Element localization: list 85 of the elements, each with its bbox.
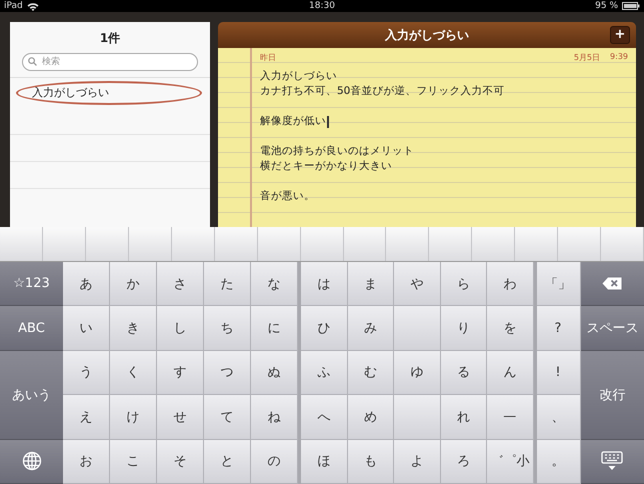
kana-key[interactable]: ね [251,395,298,440]
kana-key[interactable]: と [204,440,251,484]
kana-key[interactable]: て [204,395,251,440]
kana-key[interactable]: る [440,350,487,396]
kana-key[interactable]: れ [440,395,487,440]
backspace-icon [602,277,622,290]
backspace-key[interactable] [580,262,644,306]
battery-percent: 95 % [595,1,618,11]
note-text-line: 音が悪い。 [260,189,315,204]
kana-key[interactable]: く [110,350,157,396]
note-text-line: 横だとキーがかなり大きい [260,159,392,174]
note-day: 昨日 [260,52,276,63]
kana-key[interactable]: す [157,350,204,396]
note-list-item[interactable]: 入力がしづらい [16,81,202,105]
kana-key[interactable]: あ [63,262,110,306]
globe-key[interactable] [0,440,63,484]
kana-key[interactable]: さ [157,262,204,306]
kana-key[interactable]: む [348,350,394,396]
note-date: 5月5日 [574,52,600,63]
kana-key[interactable]: を [487,306,534,351]
kana-key[interactable]: う [63,350,110,396]
kana-key[interactable]: ひ [301,306,348,351]
kana-key[interactable]: ふ [301,350,348,396]
kana-key[interactable]: ? [536,306,580,351]
kana-key[interactable]: や [394,262,440,306]
kana-key[interactable]: り [440,306,487,351]
kana-key[interactable]: き [110,306,157,351]
note-time: 9:39 [610,52,628,63]
kana-key[interactable]: ま [348,262,394,306]
kana-key[interactable]: み [348,306,394,351]
kana-key[interactable]: お [63,440,110,484]
note-text-line: 解像度が低い [260,114,326,129]
kana-key[interactable]: つ [204,350,251,396]
battery-icon [622,2,640,10]
kana-key[interactable]: へ [301,395,348,440]
kana-key[interactable]: ! [536,350,580,396]
add-button[interactable]: + [610,26,630,44]
note-text-line: 電池の持ちが良いのはメリット [260,144,414,159]
kana-key[interactable]: せ [157,395,204,440]
kana-key[interactable]: い [63,306,110,351]
kana-key[interactable]: な [251,262,298,306]
kana-key[interactable]: 。 [536,440,580,484]
kana-key[interactable]: よ [394,440,440,484]
kana-key[interactable]: 「」 [536,262,580,306]
kana-key[interactable]: け [110,395,157,440]
note-text-line: 入力がしづらい [260,69,337,84]
blank-key [394,395,440,440]
function-key[interactable]: ABC [0,306,63,351]
kana-key[interactable]: め [348,395,394,440]
wifi-icon [26,2,39,10]
kana-key[interactable]: ゛゜小 [487,440,534,484]
kana-key[interactable]: ち [204,306,251,351]
kana-key[interactable]: ん [487,350,534,396]
kana-key[interactable]: た [204,262,251,306]
function-key[interactable]: あいう [0,350,63,440]
kana-key[interactable]: は [301,262,348,306]
kana-key[interactable]: 、 [536,395,580,440]
kana-key[interactable]: ほ [301,440,348,484]
note-text-line: カナ打ち不可、50音並びが逆、フリック入力不可 [260,84,504,99]
function-key[interactable]: ☆123 [0,262,63,306]
hide-keyboard-key[interactable] [580,440,644,484]
function-key[interactable]: スペース [580,306,644,351]
kana-key[interactable]: ゆ [394,350,440,396]
kana-key[interactable]: ら [440,262,487,306]
kana-key[interactable]: え [63,395,110,440]
kana-key[interactable]: も [348,440,394,484]
kana-key[interactable]: こ [110,440,157,484]
kana-key[interactable]: の [251,440,298,484]
list-title: 1件 [98,30,122,47]
device-name: iPad [4,1,23,11]
kana-key[interactable]: か [110,262,157,306]
kana-key[interactable]: し [157,306,204,351]
globe-icon [22,451,42,472]
clock-time: 18:30 [309,1,335,11]
keyboard-hide-icon [601,451,624,472]
kana-key[interactable]: に [251,306,298,351]
note-title: 入力がしづらい [385,26,469,44]
blank-key [394,306,440,351]
search-field[interactable]: 検索 [22,53,198,71]
kana-key[interactable]: そ [157,440,204,484]
kana-key[interactable]: ぬ [251,350,298,396]
kana-key[interactable]: ろ [440,440,487,484]
function-key[interactable]: 改行 [580,350,644,440]
kana-key[interactable]: わ [487,262,534,306]
kana-key[interactable]: — [487,395,534,440]
